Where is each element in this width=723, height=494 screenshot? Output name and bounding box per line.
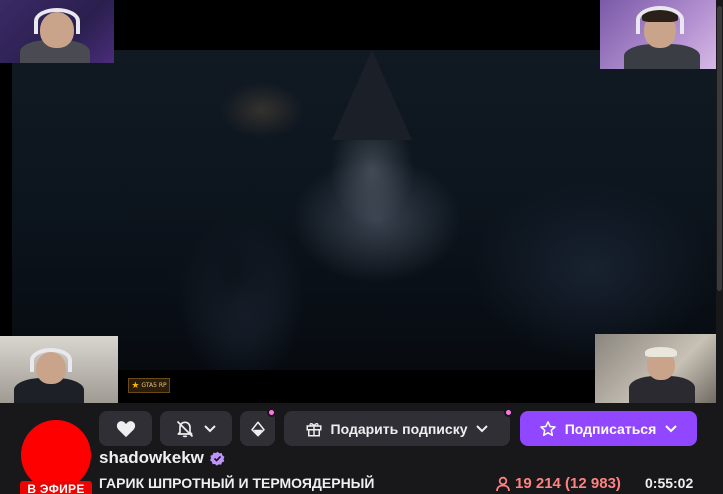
channel-avatar[interactable] xyxy=(21,420,91,490)
live-badge: В ЭФИРЕ xyxy=(20,481,92,494)
gift-subscription-label: Подарить подписку xyxy=(330,420,468,437)
bell-off-icon xyxy=(176,420,194,437)
crown-icon xyxy=(250,421,265,436)
gta5rp-badge: ★ GTA5 RP xyxy=(128,378,170,393)
person-icon xyxy=(496,476,510,491)
subscribe-button[interactable]: Подписаться xyxy=(520,411,697,446)
viewer-count-value: 19 214 (12 983) xyxy=(515,475,621,492)
notifications-button[interactable] xyxy=(160,411,232,446)
gift-subscription-button[interactable]: Подарить подписку xyxy=(284,411,510,446)
star-outline-icon xyxy=(539,420,556,436)
subscribe-label: Подписаться xyxy=(564,420,657,437)
chevron-down-icon xyxy=(476,424,489,432)
gift-icon xyxy=(306,422,322,436)
prime-notification-dot xyxy=(267,408,276,417)
stream-title: ГАРИК ШПРОТНЫЙ И ТЕРМОЯДЕРНЫЙ xyxy=(99,475,375,491)
follow-button[interactable] xyxy=(99,411,152,446)
chevron-down-icon xyxy=(204,424,216,432)
gift-notification-dot xyxy=(504,408,513,417)
video-frame xyxy=(12,50,716,370)
stream-uptime: 0:55:02 xyxy=(645,475,694,491)
webcam-top-right xyxy=(600,0,716,69)
channel-name[interactable]: shadowkekw xyxy=(99,448,204,468)
webcam-top-left xyxy=(0,0,114,63)
scrollbar-thumb[interactable] xyxy=(717,6,722,291)
webcam-bottom-right xyxy=(595,334,716,403)
scene-figure-shadow xyxy=(152,160,312,370)
verified-icon xyxy=(209,451,225,466)
star-icon: ★ xyxy=(131,380,140,390)
video-player[interactable]: ★ GTA5 RP xyxy=(0,0,716,403)
heart-icon xyxy=(116,420,135,437)
webcam-bottom-left xyxy=(0,336,118,403)
scene-hat xyxy=(332,50,412,140)
chevron-down-icon xyxy=(665,424,677,432)
viewer-count: 19 214 (12 983) xyxy=(495,475,621,492)
channel-header: shadowkekw xyxy=(99,448,225,468)
